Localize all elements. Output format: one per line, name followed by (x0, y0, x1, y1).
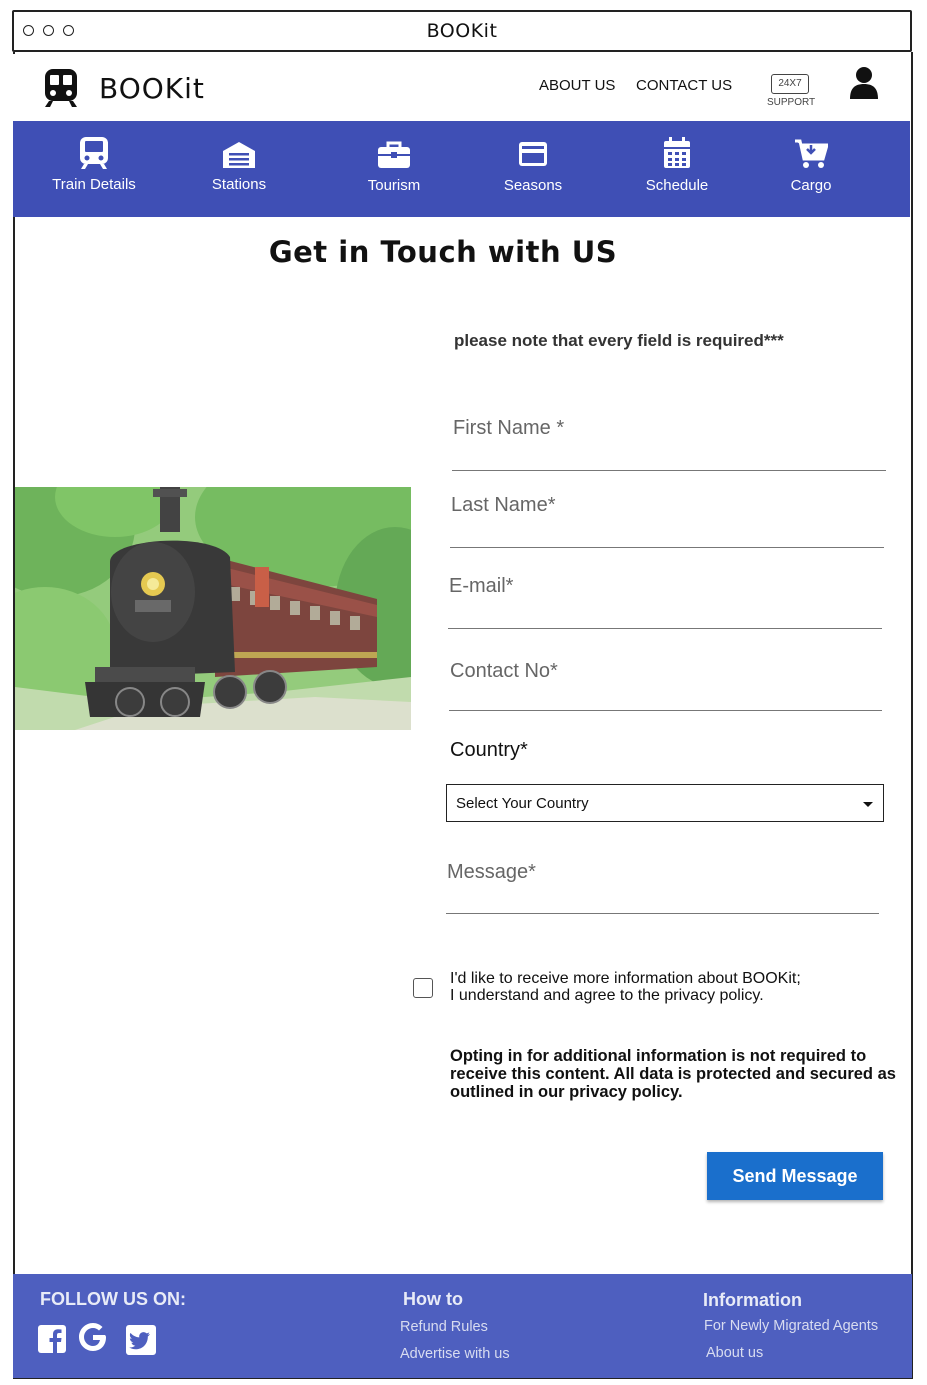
privacy-disclaimer: Opting in for additional information is … (450, 1047, 896, 1101)
page-title: Get in Touch with US (268, 235, 618, 269)
country-select[interactable]: Select Your Country (446, 784, 884, 822)
consent-checkbox[interactable] (413, 978, 433, 998)
nav-seasons[interactable]: Seasons (473, 121, 593, 217)
nav-label: Cargo (790, 177, 832, 194)
nav-label: Schedule (645, 177, 709, 194)
train-logo-icon[interactable] (43, 68, 79, 113)
nav-label: Stations (211, 176, 267, 193)
contact-no-field[interactable]: Contact No* (449, 648, 882, 711)
facebook-icon[interactable] (37, 1324, 67, 1359)
support-badge[interactable]: 24X7 (771, 74, 809, 94)
cart-icon (795, 139, 828, 168)
calendar-icon (664, 137, 690, 168)
message-field[interactable]: Message* (446, 849, 879, 914)
how-to-heading: How to (403, 1289, 463, 1309)
station-icon (223, 142, 255, 168)
nav-label: Train Details (52, 176, 136, 193)
briefcase-icon (378, 141, 410, 168)
last-name-label: Last Name* (451, 494, 556, 516)
train-photo (15, 487, 411, 730)
chevron-down-icon (863, 802, 873, 807)
nav-cargo[interactable]: Cargo (751, 121, 871, 217)
about-us-footer-link[interactable]: About us (706, 1345, 763, 1361)
consent-line-2: I understand and agree to the privacy po… (450, 987, 764, 1004)
google-icon[interactable] (77, 1321, 109, 1358)
information-heading: Information (703, 1290, 802, 1310)
twitter-icon[interactable] (125, 1324, 157, 1361)
nav-stations[interactable]: Stations (179, 121, 299, 217)
contact-us-link[interactable]: CONTACT US (636, 77, 732, 94)
site-header: BOOKit ABOUT US CONTACT US 24X7 SUPPORT (13, 54, 910, 121)
newly-migrated-agents-link[interactable]: For Newly Migrated Agents (704, 1318, 878, 1334)
refund-rules-link[interactable]: Refund Rules (400, 1319, 488, 1335)
nav-tourism[interactable]: Tourism (334, 121, 454, 217)
send-message-button[interactable]: Send Message (707, 1152, 883, 1200)
first-name-label: First Name * (453, 417, 565, 439)
consent-text: I'd like to receive more information abo… (450, 970, 801, 1004)
follow-us-heading: FOLLOW US ON: (40, 1289, 186, 1309)
required-note: please note that every field is required… (454, 331, 784, 350)
consent-line-1: I'd like to receive more information abo… (450, 970, 801, 987)
nav-label: Seasons (503, 177, 563, 194)
email-label: E-mail* (449, 575, 514, 597)
site-footer: FOLLOW US ON: How to Refund Rules Advert… (13, 1274, 912, 1378)
train-icon (80, 137, 108, 169)
message-label: Message* (447, 861, 536, 883)
about-us-link[interactable]: ABOUT US (539, 77, 615, 94)
last-name-field[interactable]: Last Name* (450, 482, 884, 548)
country-select-value: Select Your Country (456, 795, 589, 812)
email-field[interactable]: E-mail* (448, 563, 882, 629)
nav-label: Tourism (367, 177, 421, 194)
credit-card-icon (519, 142, 547, 166)
nav-schedule[interactable]: Schedule (617, 121, 737, 217)
first-name-field[interactable]: First Name * (452, 405, 886, 471)
window-titlebar: BOOKit (12, 10, 912, 52)
window-title: BOOKit (426, 20, 498, 42)
country-label: Country* (450, 739, 528, 761)
logo-text[interactable]: BOOKit (99, 72, 205, 105)
contact-no-label: Contact No* (450, 660, 558, 682)
main-nav: Train Details Stations Tourism Seasons S… (13, 121, 910, 217)
support-label: SUPPORT (767, 97, 816, 108)
user-icon[interactable] (849, 66, 879, 105)
nav-train-details[interactable]: Train Details (34, 121, 154, 217)
advertise-link[interactable]: Advertise with us (400, 1346, 510, 1362)
